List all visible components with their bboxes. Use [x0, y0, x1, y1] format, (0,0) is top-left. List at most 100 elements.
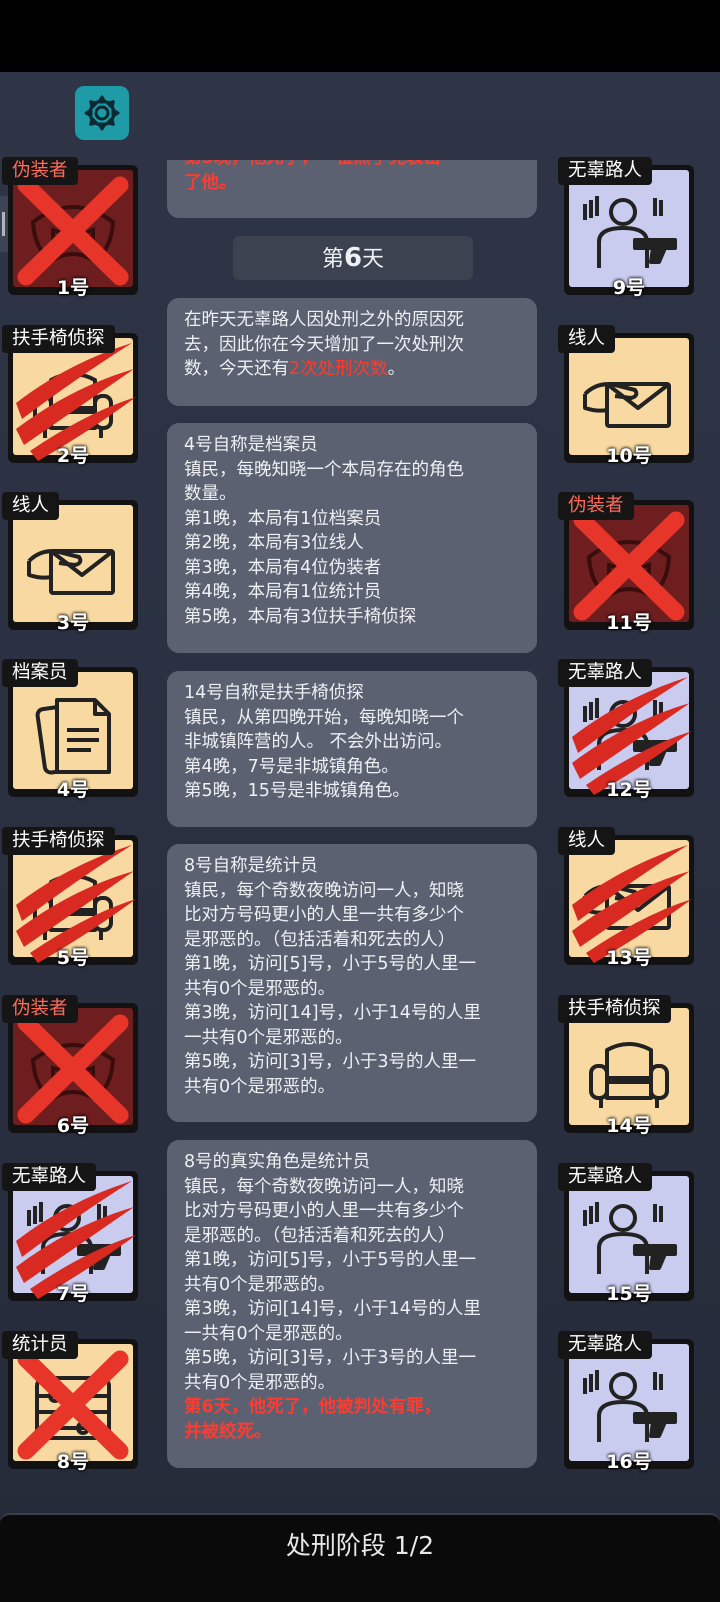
player-role: 线人 — [558, 827, 616, 855]
log-line: 第3晚，访问[14]号，小于14号的人里 — [184, 1299, 481, 1319]
player-card[interactable]: 无辜路人 15号 — [558, 1163, 694, 1305]
hostage-icon — [583, 1370, 677, 1442]
player-card[interactable]: 线人 3号 — [2, 492, 138, 634]
log-line: 数，今天还有2次处刑次数。 — [184, 357, 520, 382]
log-line: 第2晚，本局有3位线人 — [184, 533, 364, 553]
player-role: 统计员 — [2, 1331, 78, 1359]
log-text: 。 — [387, 359, 406, 379]
card-art — [569, 1344, 689, 1461]
log-line: 8号的真实角色是统计员 — [184, 1152, 371, 1172]
log-line: 比对方号码更小的人里一共有多少个 — [184, 905, 464, 925]
log-line: 第1晚，访问[5]号，小于5号的人里一 — [184, 1250, 477, 1270]
game-log[interactable]: 第5晚，他死了，一位黑手党袭击 了他。 第6天 在昨天无辜路人因处刑之外的原因死… — [155, 160, 550, 1540]
player-number: 13号 — [606, 947, 652, 969]
player-number: 2号 — [56, 445, 90, 467]
player-card[interactable]: 无辜路人 12号 — [558, 659, 694, 801]
player-role: 线人 — [558, 325, 616, 353]
log-line: 一共有0个是邪恶的。 — [184, 1323, 353, 1344]
player-card[interactable]: 无辜路人 9号 — [558, 157, 694, 299]
log-line: 第4晚，7号是非城镇角色。 — [184, 756, 399, 777]
hostage-icon — [583, 1202, 677, 1274]
log-line: 镇民，每个奇数夜晚访问一人，知晓 — [184, 1176, 464, 1197]
log-line: 共有0个是邪恶的。 — [184, 1274, 336, 1295]
player-card[interactable]: 伪装者 1号 — [2, 157, 138, 299]
player-role: 无辜路人 — [558, 659, 653, 687]
card-art — [569, 1176, 689, 1293]
player-role: 伪装者 — [2, 157, 78, 185]
player-role: 线人 — [2, 492, 60, 520]
player-card[interactable]: 线人 10号 — [558, 325, 694, 467]
status-bar — [0, 0, 720, 72]
player-number: 4号 — [56, 779, 90, 801]
log-line: 第5晚，访问[3]号，小于3号的人里一 — [184, 1052, 477, 1072]
card-art — [569, 1008, 689, 1125]
log-line: 4号自称是档案员 — [184, 435, 318, 455]
log-line: 是邪恶的。（包括活着和死去的人） — [184, 1225, 456, 1246]
player-role: 伪装者 — [558, 492, 634, 520]
phase-label: 处刑阶段 1/2 — [285, 1531, 435, 1560]
documents-icon — [35, 698, 111, 775]
player-role: 无辜路人 — [558, 157, 653, 185]
player-number: 9号 — [612, 277, 646, 299]
day-suffix: 天 — [362, 247, 385, 272]
player-card[interactable]: 扶手椅侦探 2号 — [2, 325, 138, 467]
player-number: 15号 — [606, 1283, 652, 1305]
log-line: 镇民，从第四晚开始，每晚知晓一个 — [184, 707, 464, 728]
player-number: 16号 — [606, 1451, 652, 1473]
armchair-icon — [589, 1042, 669, 1108]
player-card[interactable]: 档案员 4号 — [2, 659, 138, 801]
player-role: 无辜路人 — [558, 1163, 653, 1191]
card-art — [13, 672, 133, 789]
hostage-icon — [583, 196, 677, 268]
player-card[interactable]: 伪装者 11号 — [558, 492, 694, 634]
log-line: 第5晚，15号是非城镇角色。 — [184, 781, 410, 801]
log-line: 8号自称是统计员 — [184, 856, 318, 876]
log-line: 第5晚，本局有3位扶手椅侦探 — [184, 606, 417, 627]
log-line: 并被绞死。 — [184, 1421, 272, 1442]
player-number: 1号 — [56, 277, 90, 299]
log-line: 共有0个是邪恶的。 — [184, 1076, 336, 1097]
log-line: 第6天，他死了，他被判处有罪， — [184, 1397, 442, 1417]
player-role: 档案员 — [2, 659, 78, 687]
log-line: 14号自称是扶手椅侦探 — [184, 683, 364, 703]
log-text: 数，今天还有 — [184, 359, 289, 379]
player-card[interactable]: 线人 13号 — [558, 827, 694, 969]
player-card[interactable]: 无辜路人 7号 — [2, 1163, 138, 1305]
player-number: 11号 — [606, 612, 652, 634]
log-line: 第4晚，本局有1位统计员 — [184, 582, 382, 602]
player-number: 8号 — [56, 1451, 90, 1473]
player-role: 无辜路人 — [558, 1331, 653, 1359]
log-line: 共有0个是邪恶的。 — [184, 1372, 336, 1393]
envelope-icon — [27, 549, 115, 595]
card-art — [569, 170, 689, 287]
player-card[interactable]: 扶手椅侦探 5号 — [2, 827, 138, 969]
player-card[interactable]: 统计员 8号 — [2, 1331, 138, 1473]
log-line: 比对方号码更小的人里一共有多少个 — [184, 1201, 464, 1221]
log-line: 在昨天无辜路人因处刑之外的原因死 — [184, 310, 464, 330]
gear-icon — [84, 95, 120, 131]
player-card[interactable]: 无辜路人 16号 — [558, 1331, 694, 1473]
log-message: 14号自称是扶手椅侦探 镇民，从第四晚开始，每晚知晓一个 非城镇阵营的人。 不会… — [167, 671, 537, 827]
day-number: 6 — [343, 243, 363, 273]
log-message: 4号自称是档案员 镇民，每晚知晓一个本局存在的角色 数量。 第1晚，本局有1位档… — [167, 423, 537, 653]
player-role: 伪装者 — [2, 995, 78, 1023]
log-message: 8号自称是统计员 镇民，每个奇数夜晚访问一人，知晓 比对方号码更小的人里一共有多… — [167, 844, 537, 1122]
player-card[interactable]: 伪装者 6号 — [2, 995, 138, 1137]
player-number: 5号 — [56, 947, 90, 969]
card-art — [13, 505, 133, 622]
log-line: 数量。 — [184, 484, 237, 504]
day-prefix: 第 — [321, 247, 344, 272]
log-line: 去，因此你在今天增加了一次处刑次 — [184, 334, 464, 355]
log-message: 8号的真实角色是统计员 镇民，每个奇数夜晚访问一人，知晓 比对方号码更小的人里一… — [167, 1140, 537, 1468]
player-role: 扶手椅侦探 — [558, 995, 671, 1023]
log-line: 了他。 — [184, 172, 237, 193]
log-line: 第3晚，本局有4位伪装者 — [184, 557, 382, 578]
player-role: 扶手椅侦探 — [2, 827, 115, 855]
log-line: 第3晚，访问[14]号，小于14号的人里 — [184, 1003, 481, 1023]
log-line: 共有0个是邪恶的。 — [184, 978, 336, 999]
player-number: 12号 — [606, 779, 652, 801]
player-number: 6号 — [56, 1115, 90, 1137]
settings-button[interactable] — [75, 86, 129, 140]
player-card[interactable]: 扶手椅侦探 14号 — [558, 995, 694, 1137]
log-message: 在昨天无辜路人因处刑之外的原因死 去，因此你在今天增加了一次处刑次 数，今天还有… — [167, 298, 537, 406]
